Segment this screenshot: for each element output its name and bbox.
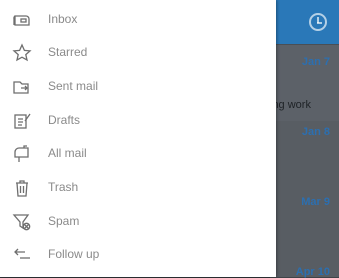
mail-list-row[interactable]: Apr 10	[270, 253, 339, 278]
mail-date: Mar 9	[301, 196, 330, 208]
all-mail-icon	[12, 144, 32, 164]
mail-list-row[interactable]: Mar 9	[270, 187, 339, 254]
mail-date: Jan 7	[301, 56, 330, 68]
mail-list-row[interactable]: Jan 8	[270, 121, 339, 188]
drawer-item-drafts[interactable]: Drafts	[0, 104, 276, 137]
sent-mail-icon	[12, 77, 32, 97]
star-icon	[12, 43, 32, 63]
trash-icon	[12, 178, 32, 198]
inbox-icon	[12, 10, 32, 30]
drawer-item-sent-mail[interactable]: Sent mail	[0, 70, 276, 103]
drawer-item-follow-up[interactable]: Follow up	[0, 238, 276, 271]
drawer-item-trash[interactable]: Trash	[0, 171, 276, 204]
drawer-item-starred[interactable]: Starred	[0, 36, 276, 69]
drawer-item-inbox[interactable]: Inbox	[0, 3, 276, 36]
mail-date: Jan 8	[301, 126, 330, 138]
mail-date: Apr 10	[295, 266, 330, 278]
drawer-item-all-mail[interactable]: All mail	[0, 137, 276, 170]
drafts-icon	[12, 111, 32, 131]
follow-up-icon	[12, 245, 32, 265]
drawer-item-label: Starred	[48, 45, 88, 59]
drawer-item-label: Follow up	[48, 247, 100, 261]
navigation-drawer: Inbox Starred Sent mail Drafts All mail …	[0, 0, 276, 277]
mail-snippet: ing work	[270, 99, 311, 111]
drawer-item-spam[interactable]: Spam	[0, 205, 276, 238]
drawer-item-label: Drafts	[48, 113, 81, 127]
drawer-item-label: Trash	[48, 180, 79, 194]
clock-icon[interactable]	[309, 13, 327, 31]
drawer-item-label: All mail	[48, 146, 87, 160]
spam-icon	[12, 212, 32, 232]
drawer-item-label: Inbox	[48, 12, 78, 26]
drawer-item-label: Spam	[48, 214, 80, 228]
drawer-item-label: Sent mail	[48, 79, 99, 93]
mail-list-row[interactable]: Jan 7 ing work	[270, 45, 339, 122]
